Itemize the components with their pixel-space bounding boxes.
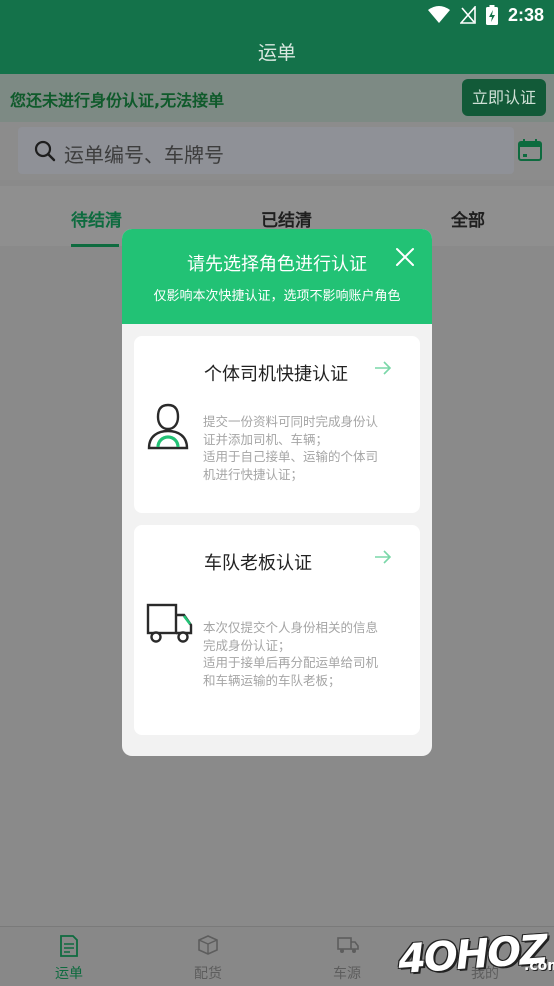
arrow-right-icon [375,550,392,564]
card-title: 个体司机快捷认证 [204,364,348,385]
truck-icon [146,603,193,643]
watermark-text: 4OHOZ [396,926,548,984]
site-watermark: 4OHOZ .com [394,926,554,984]
arrow-right-icon [375,361,392,375]
desc-line: 提交一份资料可同时完成身份认 [203,414,379,429]
calendar-icon[interactable] [518,139,542,161]
status-time: 2:38 [507,4,544,25]
desc-line: 证并添加司机、车辆； [203,431,329,447]
status-icons: 2:38 [427,4,544,26]
search-icon [34,140,56,162]
dialog-title: 请先选择角色进行认证 [187,254,367,275]
desc-line: 和车辆运输的车队老板； [203,672,341,688]
battery-charging-icon [485,5,498,25]
watermark-suffix: .com [524,958,554,974]
desc-line: 适用于自己接单、运输的个体司 [203,449,379,464]
wifi-icon [427,6,450,23]
search-input[interactable]: 运单编号、车牌号 [64,139,224,168]
app-header: 运单 [0,30,554,74]
desc-line: 本次仅提交个人身份相关的信息 [203,620,379,635]
active-tab-indicator [71,244,119,247]
search-area: 运单编号、车牌号 [0,122,554,180]
truck-nav-icon [337,937,359,953]
verify-now-button[interactable]: 立即认证 [462,79,546,116]
dialog-header: 请先选择角色进行认证 仅影响本次快捷认证，选项不影响账户角色 [122,229,432,324]
desc-line: 完成身份认证； [203,637,291,653]
search-box[interactable]: 运单编号、车牌号 [18,127,514,174]
nav-cargo[interactable]: 配货 [168,927,248,986]
nav-vehicle-source[interactable]: 车源 [307,927,387,986]
page-title: 运单 [257,42,296,64]
tab-unsettled[interactable]: 待结清 [71,206,122,231]
nav-label: 车源 [333,966,361,982]
waybill-icon [60,935,78,957]
card-description: 本次仅提交个人身份相关的信息 完成身份认证； 适用于接单后再分配运单给司机 和车… [203,619,403,689]
nav-waybill[interactable]: 运单 [29,927,109,986]
driver-quick-verify-card[interactable]: 个体司机快捷认证 提交一份资料可同时完成身份认 证并添加司机、车辆； 适用于自己… [134,336,420,513]
notice-text: 您还未进行身份认证,无法接单 [10,91,225,110]
desc-line: 机进行快捷认证； [203,466,304,482]
dialog-subtitle: 仅影响本次快捷认证，选项不影响账户角色 [153,289,401,304]
box-icon [198,935,218,955]
tab-all[interactable]: 全部 [451,206,485,231]
fleet-owner-verify-card[interactable]: 车队老板认证 本次仅提交个人身份相关的信息 完成身份认证； 适用于接单后再分配运… [134,525,420,735]
card-title: 车队老板认证 [204,553,312,574]
desc-line: 适用于接单后再分配运单给司机 [203,655,379,670]
nav-label: 运单 [55,966,83,982]
card-description: 提交一份资料可同时完成身份认 证并添加司机、车辆； 适用于自己接单、运输的个体司… [203,413,403,483]
close-icon[interactable] [393,245,417,269]
signal-icon [459,6,476,24]
status-bar: 2:38 [0,0,554,30]
driver-icon [147,403,189,450]
verification-notice: 您还未进行身份认证,无法接单 立即认证 [0,74,554,122]
tab-settled[interactable]: 已结清 [261,206,312,231]
role-select-dialog: 请先选择角色进行认证 仅影响本次快捷认证，选项不影响账户角色 个体司机快捷认证 … [122,229,432,756]
nav-label: 配货 [194,966,222,982]
